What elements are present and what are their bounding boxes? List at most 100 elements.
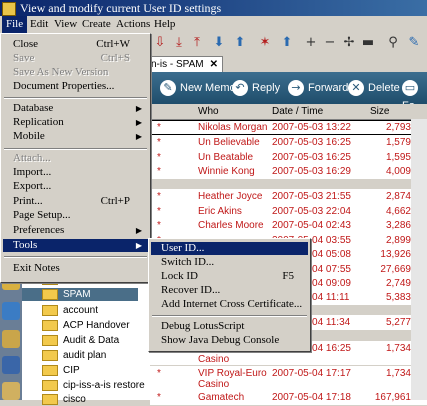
- window-title: View and modify current User ID settings: [20, 1, 222, 15]
- menu-item-recover-id[interactable]: Recover ID...: [151, 284, 308, 297]
- menu-item-print[interactable]: Print... Ctrl+P: [3, 195, 148, 208]
- red-arrow-up-icon[interactable]: ⤒: [190, 36, 204, 50]
- menu-edit[interactable]: Edit: [26, 16, 52, 33]
- menu-help[interactable]: Help: [150, 16, 179, 33]
- bookmark-replicator-icon[interactable]: [2, 382, 20, 400]
- reply-button[interactable]: ↶ Reply: [232, 79, 280, 97]
- menu-item-debug-lotusscript[interactable]: Debug LotusScript: [151, 320, 308, 333]
- message-size: 5,383: [385, 292, 411, 303]
- menu-item-preferences[interactable]: Preferences ▶: [3, 224, 148, 237]
- bookmark-notes-icon[interactable]: [2, 330, 20, 348]
- red-arrow-down-bar-icon[interactable]: ⤓: [172, 36, 186, 50]
- menu-item-exit-notes[interactable]: Exit Notes: [3, 262, 148, 275]
- bookmark-db-icon[interactable]: [2, 356, 20, 374]
- message-row-cont[interactable]: Casino: [150, 380, 427, 390]
- menu-item-attach[interactable]: Attach...: [3, 152, 148, 165]
- menu-item-export[interactable]: Export...: [3, 180, 148, 193]
- app-icon: [2, 2, 16, 16]
- submenu-arrow-icon: ▶: [135, 226, 142, 235]
- menu-view[interactable]: View: [50, 16, 81, 33]
- column-date[interactable]: Date / Time: [272, 104, 323, 119]
- menu-separator: [4, 97, 147, 99]
- message-row[interactable]: * Winnie Kong 2007-05-03 16:29 4,009: [150, 164, 427, 179]
- vertical-scrollbar[interactable]: [411, 119, 427, 400]
- folder-icon: [42, 364, 58, 376]
- message-row[interactable]: * Un Believable 2007-05-03 16:25 1,579: [150, 135, 427, 150]
- menu-item-label: Exit Notes: [13, 262, 60, 274]
- folder-audit-plan[interactable]: audit plan: [22, 349, 150, 362]
- expand-all-icon[interactable]: ✢: [342, 36, 356, 50]
- menu-actions[interactable]: Actions: [112, 16, 154, 33]
- collapse-all-icon[interactable]: ▬: [361, 36, 375, 50]
- message-row-cont[interactable]: Casino: [150, 355, 427, 365]
- message-row[interactable]: * Nikolas Morgan 2007-05-03 13:22 2,793: [150, 120, 427, 135]
- menu-item-replication[interactable]: Replication ▶: [3, 116, 148, 129]
- star-down-icon[interactable]: ✶: [258, 36, 272, 50]
- unread-star-icon: *: [157, 166, 161, 177]
- unread-star-icon: *: [157, 191, 161, 202]
- menu-item-database[interactable]: Database ▶: [3, 102, 148, 115]
- menu-item-page-setup[interactable]: Page Setup...: [3, 209, 148, 222]
- new-memo-label: New Memo: [180, 82, 236, 94]
- folder-label: cip-iss-a-is restore: [63, 380, 145, 391]
- unread-star-icon: *: [157, 122, 161, 133]
- message-who: Casino: [198, 354, 230, 365]
- folder-spam[interactable]: SPAM: [22, 288, 138, 301]
- star-up-icon[interactable]: ⬆: [280, 36, 294, 50]
- message-who: Charles Moore: [198, 220, 264, 231]
- menu-item-label: Show Java Debug Console: [161, 334, 280, 346]
- expand-icon[interactable]: +: [304, 36, 318, 50]
- menu-item-tools[interactable]: Tools ▶: [3, 239, 148, 252]
- search-icon[interactable]: ⚲: [386, 36, 400, 50]
- message-row[interactable]: * VIP Royal-Euro 2007-05-04 17:17 1,734: [150, 366, 427, 381]
- menu-create[interactable]: Create: [78, 16, 115, 33]
- folder-button[interactable]: ▭Fo: [402, 79, 427, 112]
- message-who: Gamatech: [198, 392, 245, 403]
- message-size: 2,749: [385, 278, 411, 289]
- tab-close-icon[interactable]: ✕: [210, 59, 218, 70]
- message-row[interactable]: * Un Beatable 2007-05-03 16:25 1,595: [150, 150, 427, 165]
- new-memo-button[interactable]: ✎ New Memo: [160, 79, 236, 97]
- menu-item-save[interactable]: Save Ctrl+S: [3, 52, 148, 65]
- folder-audit-data[interactable]: Audit & Data: [22, 334, 150, 347]
- message-row[interactable]: * Gamatech 2007-05-04 17:18 167,961: [150, 390, 427, 405]
- forward-button[interactable]: → Forward: [288, 79, 348, 97]
- tab-spam[interactable]: n-is - SPAM ✕: [146, 56, 223, 72]
- menu-item-shortcut: Ctrl+P: [100, 195, 130, 207]
- collapse-icon[interactable]: −: [323, 36, 337, 50]
- tool-icon[interactable]: ✎: [407, 36, 421, 50]
- message-size: 13,926: [380, 249, 411, 260]
- menu-item-label: Replication: [13, 116, 64, 128]
- submenu-arrow-icon: ▶: [135, 118, 142, 127]
- bookmark-globe-icon[interactable]: [2, 302, 20, 320]
- menu-item-add-cross-certificate[interactable]: Add Internet Cross Certificate...: [151, 298, 308, 311]
- folder-cip[interactable]: CIP: [22, 364, 150, 377]
- delete-button[interactable]: ✕ Delete: [348, 79, 400, 97]
- message-row[interactable]: * Eric Akins 2007-05-03 22:04 4,662: [150, 204, 427, 219]
- folder-label: account: [63, 305, 99, 316]
- folder-cip-restore[interactable]: cip-iss-a-is restore: [22, 379, 150, 392]
- blue-arrow-down-icon[interactable]: ⬇: [212, 36, 226, 50]
- menu-item-switch-id[interactable]: Switch ID...: [151, 256, 308, 269]
- menu-item-label: Save: [13, 52, 35, 64]
- menu-item-lock-id[interactable]: Lock ID F5: [151, 270, 308, 283]
- menu-item-import[interactable]: Import...: [3, 166, 148, 179]
- menu-item-java-debug-console[interactable]: Show Java Debug Console: [151, 334, 308, 347]
- menu-item-mobile[interactable]: Mobile ▶: [3, 130, 148, 143]
- menu-item-label: Document Properties...: [13, 80, 115, 92]
- column-size[interactable]: Size: [370, 104, 389, 119]
- menu-item-user-id[interactable]: User ID...: [151, 242, 308, 255]
- menu-item-document-properties[interactable]: Document Properties...: [3, 80, 148, 93]
- folder-acp-handover[interactable]: ACP Handover: [22, 319, 150, 332]
- menu-item-save-as-new-version[interactable]: Save As New Version: [3, 66, 148, 79]
- folder-account[interactable]: account: [22, 304, 150, 317]
- menu-file[interactable]: File: [2, 16, 28, 33]
- column-who[interactable]: Who: [198, 104, 219, 119]
- message-row[interactable]: * Heather Joyce 2007-05-03 21:55 2,874: [150, 189, 427, 204]
- blue-arrow-up-icon[interactable]: ⬆: [233, 36, 247, 50]
- menu-item-close[interactable]: Close Ctrl+W: [3, 38, 148, 51]
- message-date: 2007-05-04 17:18: [272, 392, 351, 403]
- reply-icon: ↶: [232, 80, 248, 97]
- red-arrow-down-icon[interactable]: ⇩: [153, 36, 167, 50]
- message-row[interactable]: * Charles Moore 2007-05-04 02:43 3,286: [150, 218, 427, 233]
